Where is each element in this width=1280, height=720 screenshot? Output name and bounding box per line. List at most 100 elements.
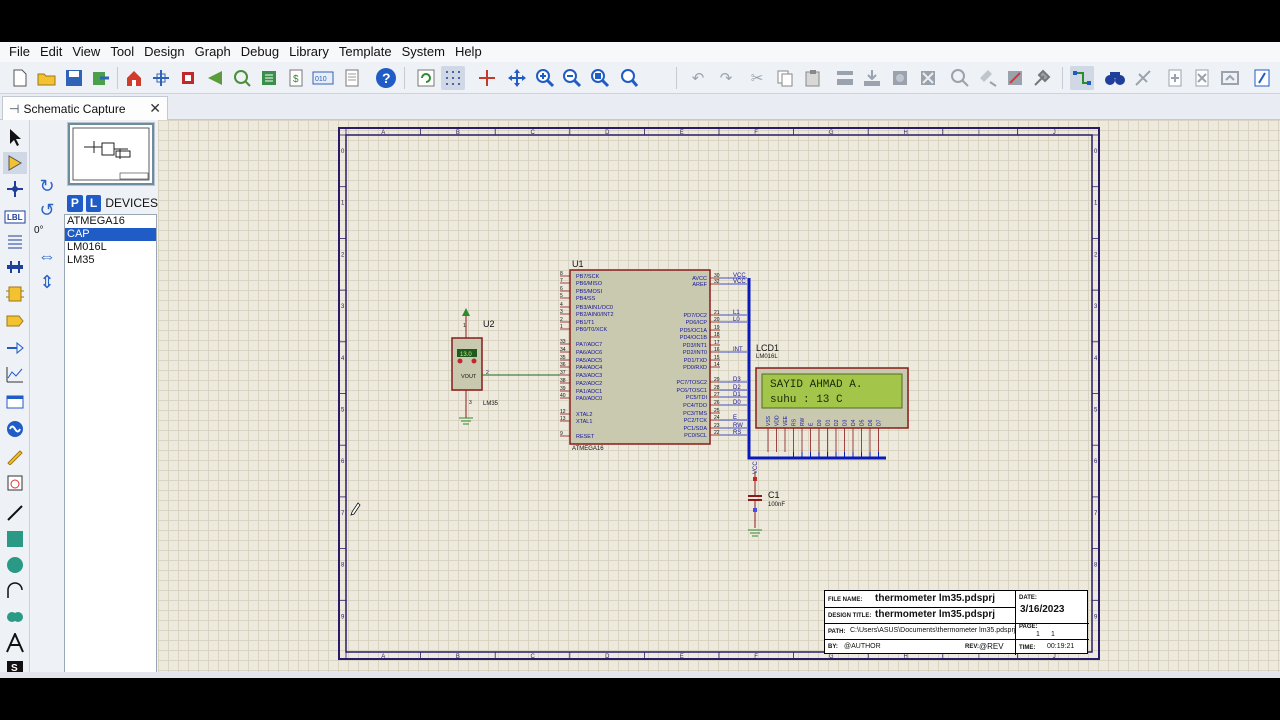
tab-schematic-capture[interactable]: ⊣ Schematic Capture ✕ [2,96,168,120]
device-item-cap[interactable]: CAP [65,228,156,241]
decompose-icon[interactable] [1030,66,1054,90]
line-tool-icon[interactable] [3,502,27,524]
junction-dot-icon[interactable] [3,178,27,200]
property-tool-icon[interactable] [1131,66,1155,90]
u1-pin-label: PA0/ADC0 [576,396,602,402]
selection-mode-icon[interactable] [3,126,27,148]
main-toolbar: $ 010 ? ↶ ↷ ✂ [0,62,1280,94]
device-item-lm35[interactable]: LM35 [65,254,156,267]
origin-icon[interactable] [475,66,499,90]
exit-to-parent-icon[interactable] [1218,66,1242,90]
refresh-icon[interactable] [414,66,438,90]
bill-of-materials-icon[interactable]: $ [284,66,308,90]
cut-icon[interactable]: ✂ [745,66,769,90]
text-script-icon[interactable] [3,230,27,252]
file-name-label: FILE NAME: [828,597,863,603]
wire-autorouter-icon[interactable] [1070,66,1094,90]
block-delete-icon[interactable] [916,66,940,90]
pick-devices-button[interactable]: P [67,194,83,212]
help-icon[interactable]: ? [374,66,398,90]
mirror-vertical-icon[interactable]: ⇕ [35,270,59,294]
close-icon[interactable]: ✕ [149,100,161,117]
menu-tool[interactable]: Tool [105,42,139,62]
script-icon[interactable] [1250,66,1274,90]
schematic-icon[interactable] [149,66,173,90]
source-code-icon[interactable]: 010 [311,66,335,90]
project-notes-icon[interactable] [340,66,364,90]
circle-tool-icon[interactable] [3,554,27,576]
arc-tool-icon[interactable] [3,580,27,602]
u1-pin-number: 37 [560,370,566,376]
new-sheet-icon[interactable] [1163,66,1187,90]
design-explorer-icon[interactable] [257,66,281,90]
buses-icon[interactable] [3,256,27,278]
gerber-viewer-icon[interactable] [230,66,254,90]
new-file-icon[interactable] [8,66,32,90]
menu-template[interactable]: Template [334,42,397,62]
undo-icon[interactable]: ↶ [686,66,710,90]
subcircuit-icon[interactable] [3,283,27,305]
menu-library[interactable]: Library [284,42,334,62]
pan-icon[interactable] [505,66,529,90]
paste-icon[interactable] [801,66,825,90]
device-item-atmega16[interactable]: ATMEGA16 [65,215,156,228]
remove-sheet-icon[interactable] [1190,66,1214,90]
save-icon[interactable] [62,66,86,90]
redo-icon[interactable]: ↷ [714,66,738,90]
generator-icon[interactable] [3,418,27,440]
terminals-icon[interactable] [3,310,27,332]
path-tool-icon[interactable] [3,606,27,628]
device-item-lm016l[interactable]: LM016L [65,241,156,254]
make-device-icon[interactable] [976,66,1000,90]
rotate-anticlockwise-icon[interactable]: ↺ [35,198,59,222]
zoom-area-icon[interactable] [617,66,641,90]
toggle-grid-icon[interactable] [441,66,465,90]
library-manager-button[interactable]: L [85,194,102,212]
svg-text:?: ? [382,70,391,86]
packaging-tool-icon[interactable] [1003,66,1027,90]
voltage-probe-icon[interactable] [3,445,27,467]
menu-system[interactable]: System [397,42,450,62]
menu-file[interactable]: File [4,42,35,62]
u1-part: ATMEGA16 [572,446,604,452]
menu-graph[interactable]: Graph [190,42,236,62]
virtual-instruments-icon[interactable] [3,472,27,494]
mirror-horizontal-icon[interactable]: ⇔ [35,244,59,268]
copy-icon[interactable] [773,66,797,90]
menu-debug[interactable]: Debug [236,42,284,62]
text-tool-icon[interactable] [3,632,27,654]
menu-edit[interactable]: Edit [35,42,67,62]
graph-mode-icon[interactable] [3,364,27,386]
block-rotate-icon[interactable] [888,66,912,90]
lcd-display[interactable]: SAYID AHMAD A. suhu : 13 C VSS VDD VEE RS RW… [755,343,909,452]
zoom-in-icon[interactable] [533,66,557,90]
block-copy-icon[interactable] [833,66,857,90]
capacitor-c1[interactable]: C1 100nF VCC [748,461,785,537]
zoom-all-icon[interactable] [588,66,612,90]
rotate-clockwise-icon[interactable]: ↻ [35,174,59,198]
component-mode-icon[interactable] [3,152,27,174]
open-folder-icon[interactable] [35,66,59,90]
search-icon[interactable] [1103,66,1127,90]
3d-visualizer-icon[interactable] [203,66,227,90]
menu-view[interactable]: View [67,42,105,62]
lm35-sensor[interactable]: 13.0 VOUT U2 LM35 1 3 2 [451,308,499,425]
rotation-angle[interactable]: 0° [34,225,44,236]
zoom-out-icon[interactable] [560,66,584,90]
schematic-canvas[interactable]: AABBCCDDEEFFGGHHIIJJ00112233445566778899… [158,120,1280,672]
wire-label-icon[interactable]: LBL [3,206,27,228]
box-tool-icon[interactable] [3,528,27,550]
tape-recorder-icon[interactable] [3,391,27,413]
device-pins-icon[interactable] [3,337,27,359]
menu-help[interactable]: Help [450,42,487,62]
lcd-pin-label: D4 [851,419,857,426]
home-icon[interactable] [122,66,146,90]
overview-preview[interactable] [67,122,155,186]
import-icon[interactable] [89,66,113,90]
atmega16-chip[interactable]: PB7/SCK 8 PB6/MISO 7 PB5/MOSI 6 PB4/SS 5 PB3/AIN… [560,259,720,452]
pick-device-icon[interactable] [948,66,972,90]
menu-design[interactable]: Design [139,42,189,62]
u1-pin-number: 14 [714,362,720,368]
pcb-layout-icon[interactable] [176,66,200,90]
block-move-icon[interactable] [860,66,884,90]
